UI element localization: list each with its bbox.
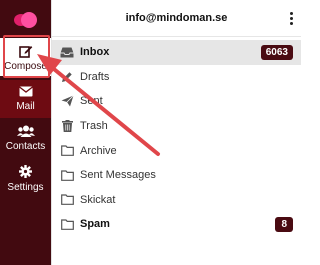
folder-label: Sent [80,95,103,108]
folder-drafts[interactable]: Drafts [52,65,301,90]
folder-inbox[interactable]: Inbox 6063 [52,40,301,65]
folder-list: Inbox 6063 Drafts Sent Trash Archive Sen… [52,40,301,237]
unread-count-badge: 6063 [260,45,293,60]
folder-label: Sent Messages [80,169,156,182]
folder-trash[interactable]: Trash [52,114,301,139]
folder-label: Trash [80,120,108,133]
folder-archive[interactable]: Archive [52,138,301,163]
inbox-icon [60,46,74,59]
folder-icon [60,169,74,182]
sidebar: Compose Mail Contacts Settings [0,0,51,265]
nav-settings[interactable]: Settings [0,165,51,197]
app-logo [14,12,37,28]
nav-contacts[interactable]: Contacts [0,125,51,157]
settings-label: Settings [7,182,44,193]
pencil-icon [60,70,74,83]
more-menu-icon[interactable] [289,12,293,25]
mail-app: Compose Mail Contacts Settings info@mind… [0,0,301,265]
folder-label: Archive [80,144,117,157]
mail-label: Mail [16,101,35,112]
main-panel: info@mindoman.se Inbox 6063 Drafts Sent … [51,0,301,265]
folder-spam[interactable]: Spam 8 [52,212,301,237]
account-email: info@mindoman.se [125,12,228,24]
folder-sent-messages[interactable]: Sent Messages [52,163,301,188]
unread-count-badge: 8 [275,217,293,233]
envelope-icon [18,86,33,97]
paper-plane-icon [60,95,74,108]
folder-label: Spam [80,218,110,231]
trash-icon [60,120,74,133]
folder-icon [60,144,74,157]
account-header: info@mindoman.se [52,0,301,37]
folder-skickat[interactable]: Skickat [52,188,301,213]
gear-icon [19,165,32,178]
nav-mail[interactable]: Mail [0,80,51,118]
folder-label: Inbox [80,46,110,59]
users-icon [16,125,35,137]
folder-sent[interactable]: Sent [52,89,301,114]
folder-icon [60,193,74,206]
contacts-label: Contacts [5,141,46,152]
folder-icon [60,218,74,231]
folder-label: Drafts [80,70,110,83]
compose-highlight-box [3,35,50,78]
folder-label: Skickat [80,193,116,206]
